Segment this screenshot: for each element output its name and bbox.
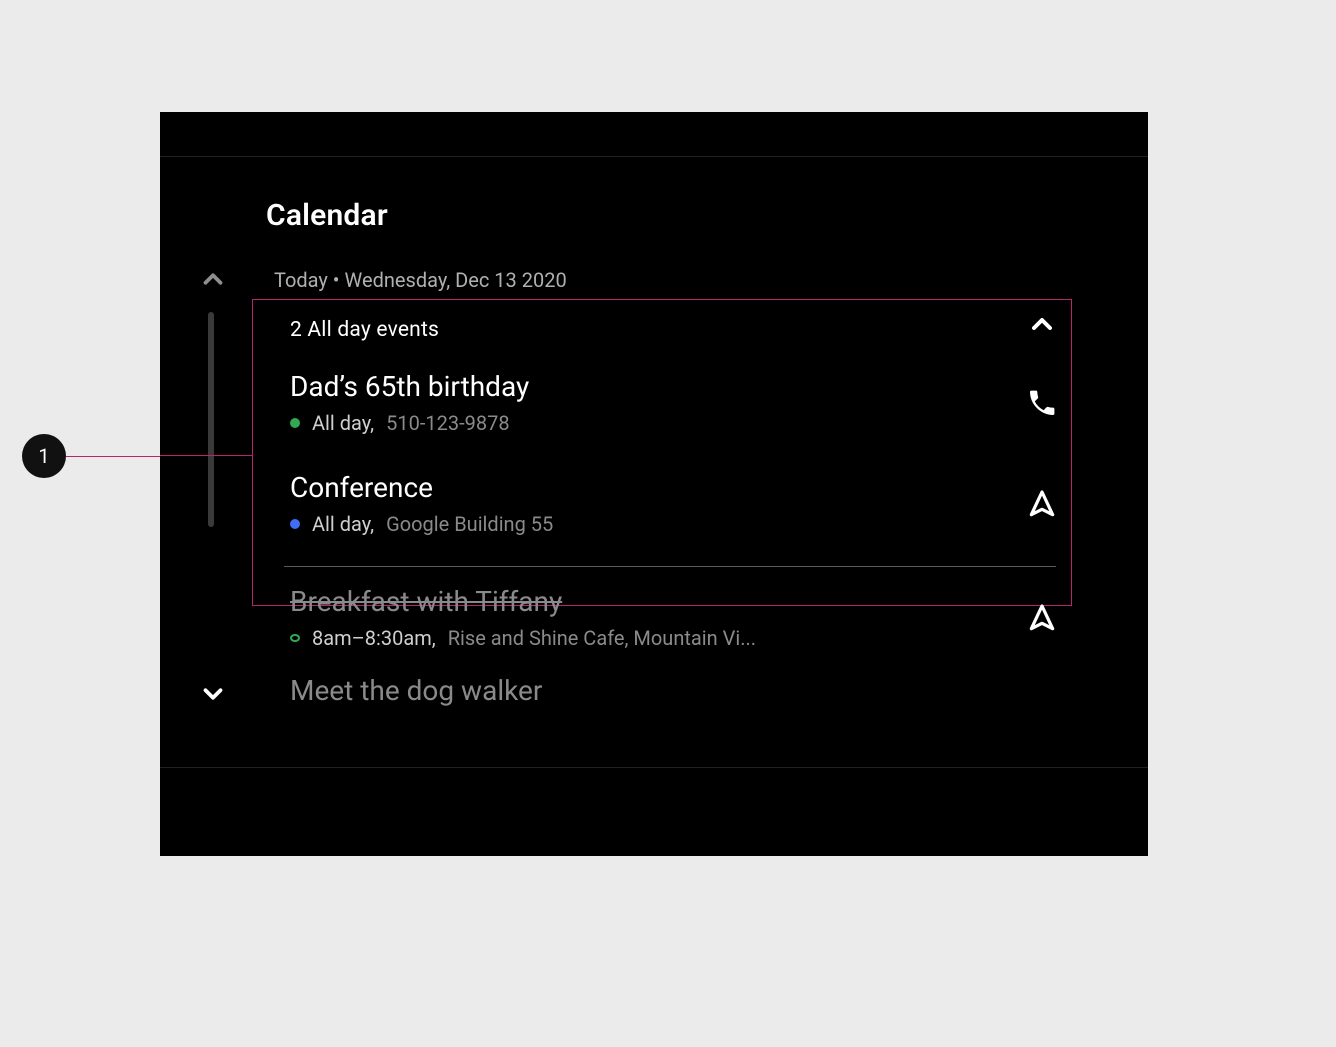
page-title: Calendar xyxy=(266,198,388,233)
chevron-up-icon[interactable] xyxy=(198,264,228,294)
top-divider xyxy=(160,156,1148,157)
phone-icon[interactable] xyxy=(1026,387,1058,419)
event-subtitle: 8am–8:30am, Rise and Shine Cafe, Mountai… xyxy=(290,626,1042,650)
event-time: All day, xyxy=(312,411,374,435)
event-subtitle: All day, Google Building 55 xyxy=(290,512,1042,536)
event-list: 2 All day events Dad’s 65th birthday All… xyxy=(266,300,1066,725)
allday-event-row[interactable]: Dad’s 65th birthday All day, 510-123-987… xyxy=(266,352,1066,453)
event-title: Meet the dog walker xyxy=(290,674,1042,707)
event-title: Conference xyxy=(290,471,1042,504)
annotation-number: 1 xyxy=(38,444,49,468)
event-row[interactable]: Breakfast with Tiffany 8am–8:30am, Rise … xyxy=(266,567,1066,668)
allday-header-label: 2 All day events xyxy=(290,318,439,342)
chevron-up-icon[interactable] xyxy=(1026,308,1058,340)
event-subtitle: All day, 510-123-9878 xyxy=(290,411,1042,435)
event-detail: 510-123-9878 xyxy=(386,411,509,435)
color-dot-icon xyxy=(290,519,300,529)
event-row[interactable]: Meet the dog walker xyxy=(266,668,1066,725)
allday-event-row[interactable]: Conference All day, Google Building 55 xyxy=(266,453,1066,554)
navigate-icon[interactable] xyxy=(1026,602,1058,634)
color-dot-icon xyxy=(290,634,300,642)
bottom-divider xyxy=(160,767,1148,768)
date-subheader: Today • Wednesday, Dec 13 2020 xyxy=(274,268,567,292)
navigate-icon[interactable] xyxy=(1026,488,1058,520)
event-title: Breakfast with Tiffany xyxy=(290,585,1042,618)
scrollbar-track[interactable] xyxy=(208,312,214,527)
event-detail: Rise and Shine Cafe, Mountain Vi... xyxy=(448,626,756,650)
event-time: 8am–8:30am, xyxy=(312,626,436,650)
color-dot-icon xyxy=(290,418,300,428)
allday-section-header[interactable]: 2 All day events xyxy=(266,300,1066,352)
chevron-down-icon[interactable] xyxy=(198,679,228,709)
annotation-badge: 1 xyxy=(22,434,66,478)
callout-line xyxy=(160,455,253,456)
device-frame: Calendar Today • Wednesday, Dec 13 2020 … xyxy=(160,112,1148,856)
event-title: Dad’s 65th birthday xyxy=(290,370,1042,403)
event-time: All day, xyxy=(312,512,374,536)
event-detail: Google Building 55 xyxy=(386,512,553,536)
